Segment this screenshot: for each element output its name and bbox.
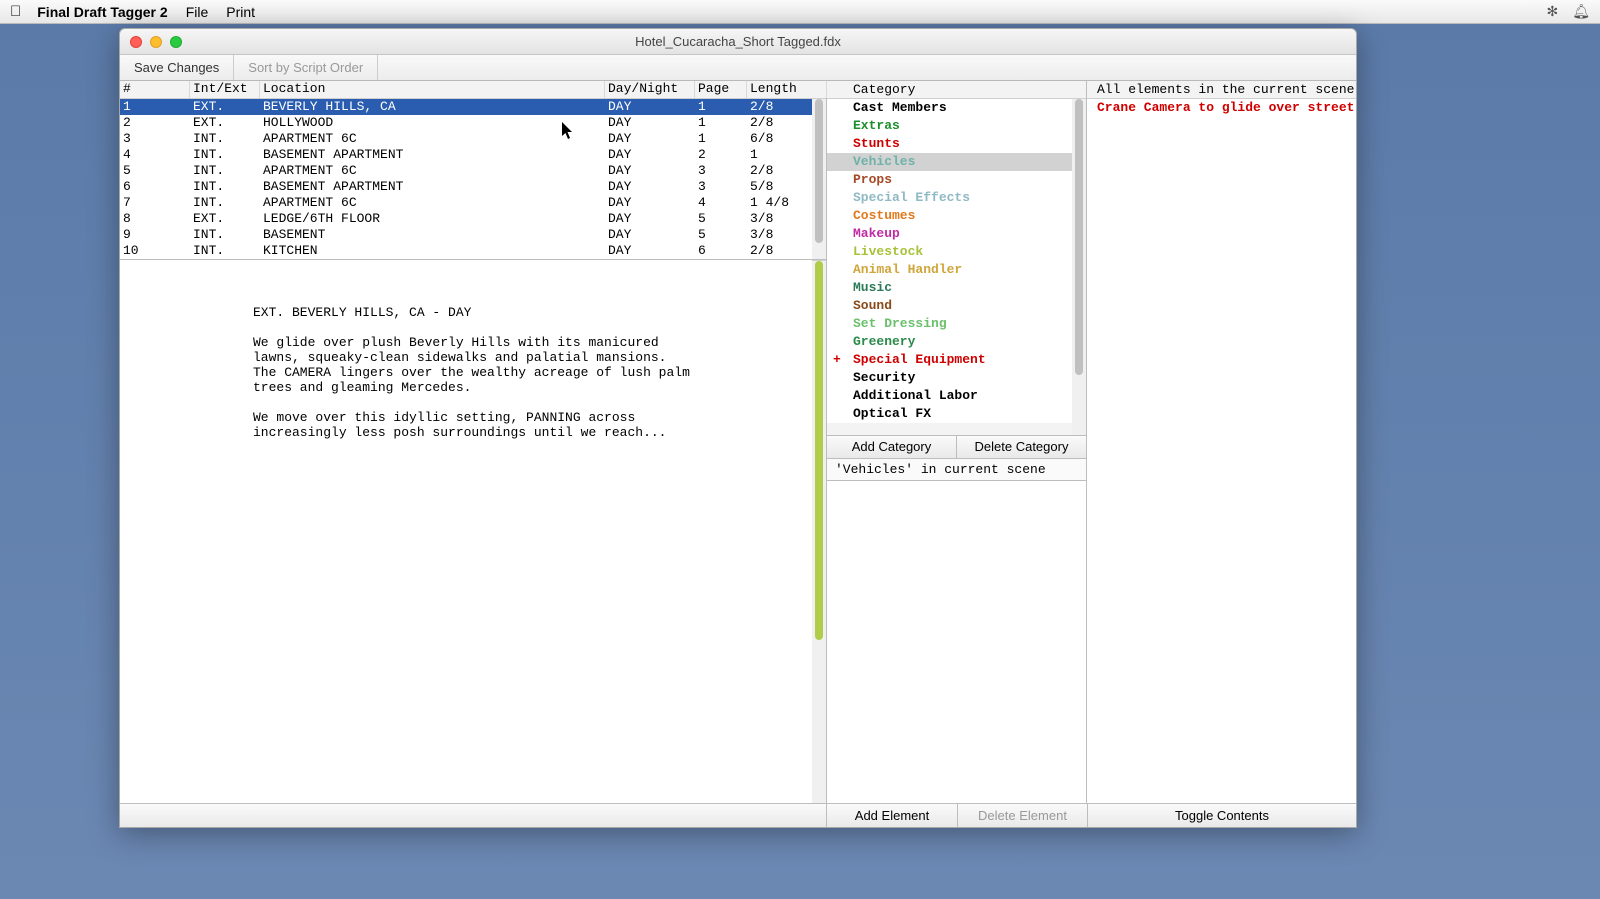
table-row[interactable]: 3INT.APARTMENT 6CDAY16/8 [120,131,826,147]
scene-scrollbar[interactable] [812,99,826,259]
table-row[interactable]: 7INT.APARTMENT 6CDAY41 4/8 [120,195,826,211]
table-row[interactable]: 8EXT.LEDGE/6TH FLOORDAY53/8 [120,211,826,227]
elements-header: All elements in the current scene [1087,81,1356,99]
toggle-contents-button[interactable]: Toggle Contents [1087,804,1356,827]
bottom-spacer [120,804,827,827]
category-item[interactable]: Sound [827,297,1086,315]
elements-pane: All elements in the current scene Crane … [1087,81,1356,803]
table-row[interactable]: 6INT.BASEMENT APARTMENTDAY35/8 [120,179,826,195]
table-row[interactable]: 4INT.BASEMENT APARTMENTDAY21 [120,147,826,163]
category-item[interactable]: Vehicles [827,153,1086,171]
col-num[interactable]: # [120,81,190,98]
scene-category-label: 'Vehicles' in current scene [827,459,1086,481]
add-element-button[interactable]: Add Element [827,804,957,827]
left-pane: # Int/Ext Location Day/Night Page Length… [120,81,827,803]
col-daynight[interactable]: Day/Night [605,81,695,98]
app-window: Hotel_Cucaracha_Short Tagged.fdx Save Ch… [119,28,1357,828]
category-item[interactable]: Optical FX [827,405,1086,423]
script-p1: We glide over plush Beverly Hills with i… [253,335,690,395]
menu-print[interactable]: Print [226,4,255,20]
category-item[interactable]: +Special Equipment [827,351,1086,369]
menubar:  Final Draft Tagger 2 File Print ✻ 🔔︎ [0,0,1600,24]
category-item[interactable]: Extras [827,117,1086,135]
notification-icon[interactable]: 🔔︎ [1572,3,1590,20]
close-icon[interactable] [130,36,142,48]
scene-category-list[interactable] [827,481,1086,803]
col-page[interactable]: Page [695,81,747,98]
script-p2: We move over this idyllic setting, PANNI… [253,410,666,440]
scene-table-header: # Int/Ext Location Day/Night Page Length [120,81,826,99]
sort-button[interactable]: Sort by Script Order [234,55,378,80]
delete-category-button[interactable]: Delete Category [956,436,1086,458]
script-scrollbar[interactable] [812,260,826,803]
category-item[interactable]: Additional Labor [827,387,1086,405]
category-item[interactable]: Livestock [827,243,1086,261]
script-view[interactable]: EXT. BEVERLY HILLS, CA - DAY We glide ov… [120,260,812,803]
col-location[interactable]: Location [260,81,605,98]
category-item[interactable]: Greenery [827,333,1086,351]
scene-list: # Int/Ext Location Day/Night Page Length… [120,81,826,260]
status-icon[interactable]: ✻ [1546,3,1558,20]
apple-menu-icon[interactable]:  [10,3,21,20]
category-item[interactable]: Music [827,279,1086,297]
col-intext[interactable]: Int/Ext [190,81,260,98]
delete-element-button[interactable]: Delete Element [957,804,1087,827]
category-item[interactable]: Set Dressing [827,315,1086,333]
slugline: EXT. BEVERLY HILLS, CA - DAY [253,305,471,320]
table-row[interactable]: 10INT.KITCHENDAY62/8 [120,243,826,259]
category-scrollbar[interactable] [1072,99,1086,435]
elements-list[interactable]: Crane Camera to glide over street [1087,99,1356,803]
window-title: Hotel_Cucaracha_Short Tagged.fdx [635,34,841,49]
table-row[interactable]: 5INT.APARTMENT 6CDAY32/8 [120,163,826,179]
category-item[interactable]: Animal Handler [827,261,1086,279]
category-item[interactable]: Cast Members [827,99,1086,117]
zoom-icon[interactable] [170,36,182,48]
toolbar: Save Changes Sort by Script Order [120,55,1356,81]
table-row[interactable]: 2EXT.HOLLYWOODDAY12/8 [120,115,826,131]
table-row[interactable]: 9INT.BASEMENTDAY53/8 [120,227,826,243]
minimize-icon[interactable] [150,36,162,48]
add-category-button[interactable]: Add Category [827,436,956,458]
table-row[interactable]: 1EXT.BEVERLY HILLS, CADAY12/8 [120,99,826,115]
app-name[interactable]: Final Draft Tagger 2 [37,4,167,20]
category-item[interactable]: Stunts [827,135,1086,153]
bottom-toolbar: Add Element Delete Element Toggle Conten… [120,803,1356,827]
category-item[interactable]: Costumes [827,207,1086,225]
col-length[interactable]: Length [747,81,827,98]
category-header: Category [827,81,1086,99]
element-item[interactable]: Crane Camera to glide over street [1097,99,1356,116]
category-item[interactable]: Makeup [827,225,1086,243]
titlebar[interactable]: Hotel_Cucaracha_Short Tagged.fdx [120,29,1356,55]
menu-file[interactable]: File [186,4,209,20]
category-item[interactable]: Security [827,369,1086,387]
category-item[interactable]: Props [827,171,1086,189]
save-button[interactable]: Save Changes [120,55,234,80]
category-item[interactable]: Special Effects [827,189,1086,207]
category-pane: Category Cast MembersExtrasStuntsVehicle… [827,81,1087,803]
